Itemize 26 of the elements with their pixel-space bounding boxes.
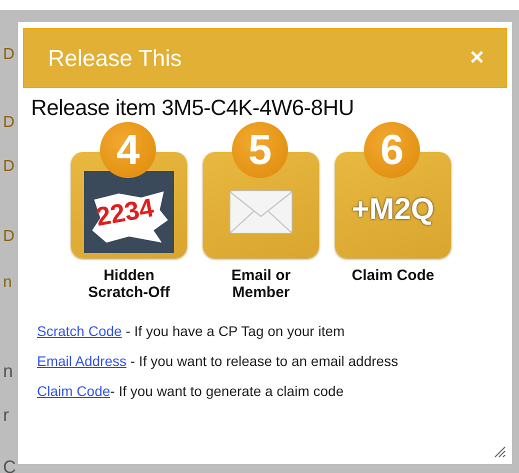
envelope-icon — [229, 189, 293, 235]
background-text: D — [2, 228, 15, 246]
link-description: - If you want to release to an email address — [129, 353, 398, 369]
background-text: n — [2, 362, 14, 380]
background-text: D — [2, 114, 15, 132]
option-link[interactable]: Claim Code — [37, 383, 110, 399]
background-text: D — [2, 46, 15, 64]
claim-code-text: +M2Q — [352, 193, 434, 227]
step-number-badge: 5 — [232, 122, 288, 178]
background-text: D — [2, 158, 15, 176]
background-text: n — [2, 274, 12, 292]
option-label: Claim Code — [350, 267, 436, 284]
option-link[interactable]: Scratch Code — [37, 323, 122, 339]
link-description: - If you want to generate a claim code — [110, 383, 344, 399]
dialog-title: Release This — [48, 44, 182, 72]
step-number-badge: 4 — [100, 122, 156, 178]
link-description: - If you have a CP Tag on your item — [124, 323, 345, 339]
background-text: C — [2, 458, 16, 473]
resize-grip-icon[interactable] — [492, 444, 506, 458]
step-number-badge: 6 — [364, 122, 420, 178]
background-text: r — [2, 406, 9, 424]
option-label: Email or Member — [230, 267, 292, 301]
option-link[interactable]: Email Address — [37, 353, 126, 369]
scratch-code-text: 2234 — [94, 192, 156, 233]
option-label: Hidden Scratch-Off — [87, 267, 171, 301]
item-heading: Release item 3M5-C4K-4W6-8HU — [31, 96, 355, 120]
